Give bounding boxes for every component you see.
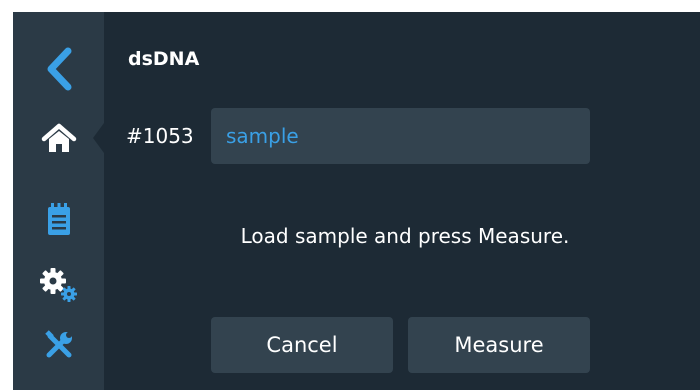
- home-icon: [41, 123, 76, 152]
- instruction-message: Load sample and press Measure.: [240, 224, 570, 248]
- sidebar-item-home[interactable]: [13, 108, 104, 168]
- active-indicator: [93, 123, 104, 153]
- sidebar-item-settings[interactable]: [13, 255, 104, 315]
- sample-name-field[interactable]: sample: [211, 108, 590, 164]
- tools-icon: [44, 330, 72, 358]
- cancel-button-label: Cancel: [266, 333, 338, 357]
- measure-button-label: Measure: [454, 333, 544, 357]
- page-title: dsDNA: [128, 48, 200, 70]
- sidebar-item-tools[interactable]: [13, 315, 104, 375]
- sample-name-value: sample: [226, 124, 299, 148]
- cancel-button[interactable]: Cancel: [211, 317, 393, 373]
- sidebar: [13, 12, 104, 390]
- back-button[interactable]: [13, 39, 104, 99]
- back-chevron-icon: [47, 47, 71, 91]
- gears-icon: [39, 268, 77, 302]
- sample-id-label: #1053: [126, 124, 194, 148]
- measure-button[interactable]: Measure: [408, 317, 590, 373]
